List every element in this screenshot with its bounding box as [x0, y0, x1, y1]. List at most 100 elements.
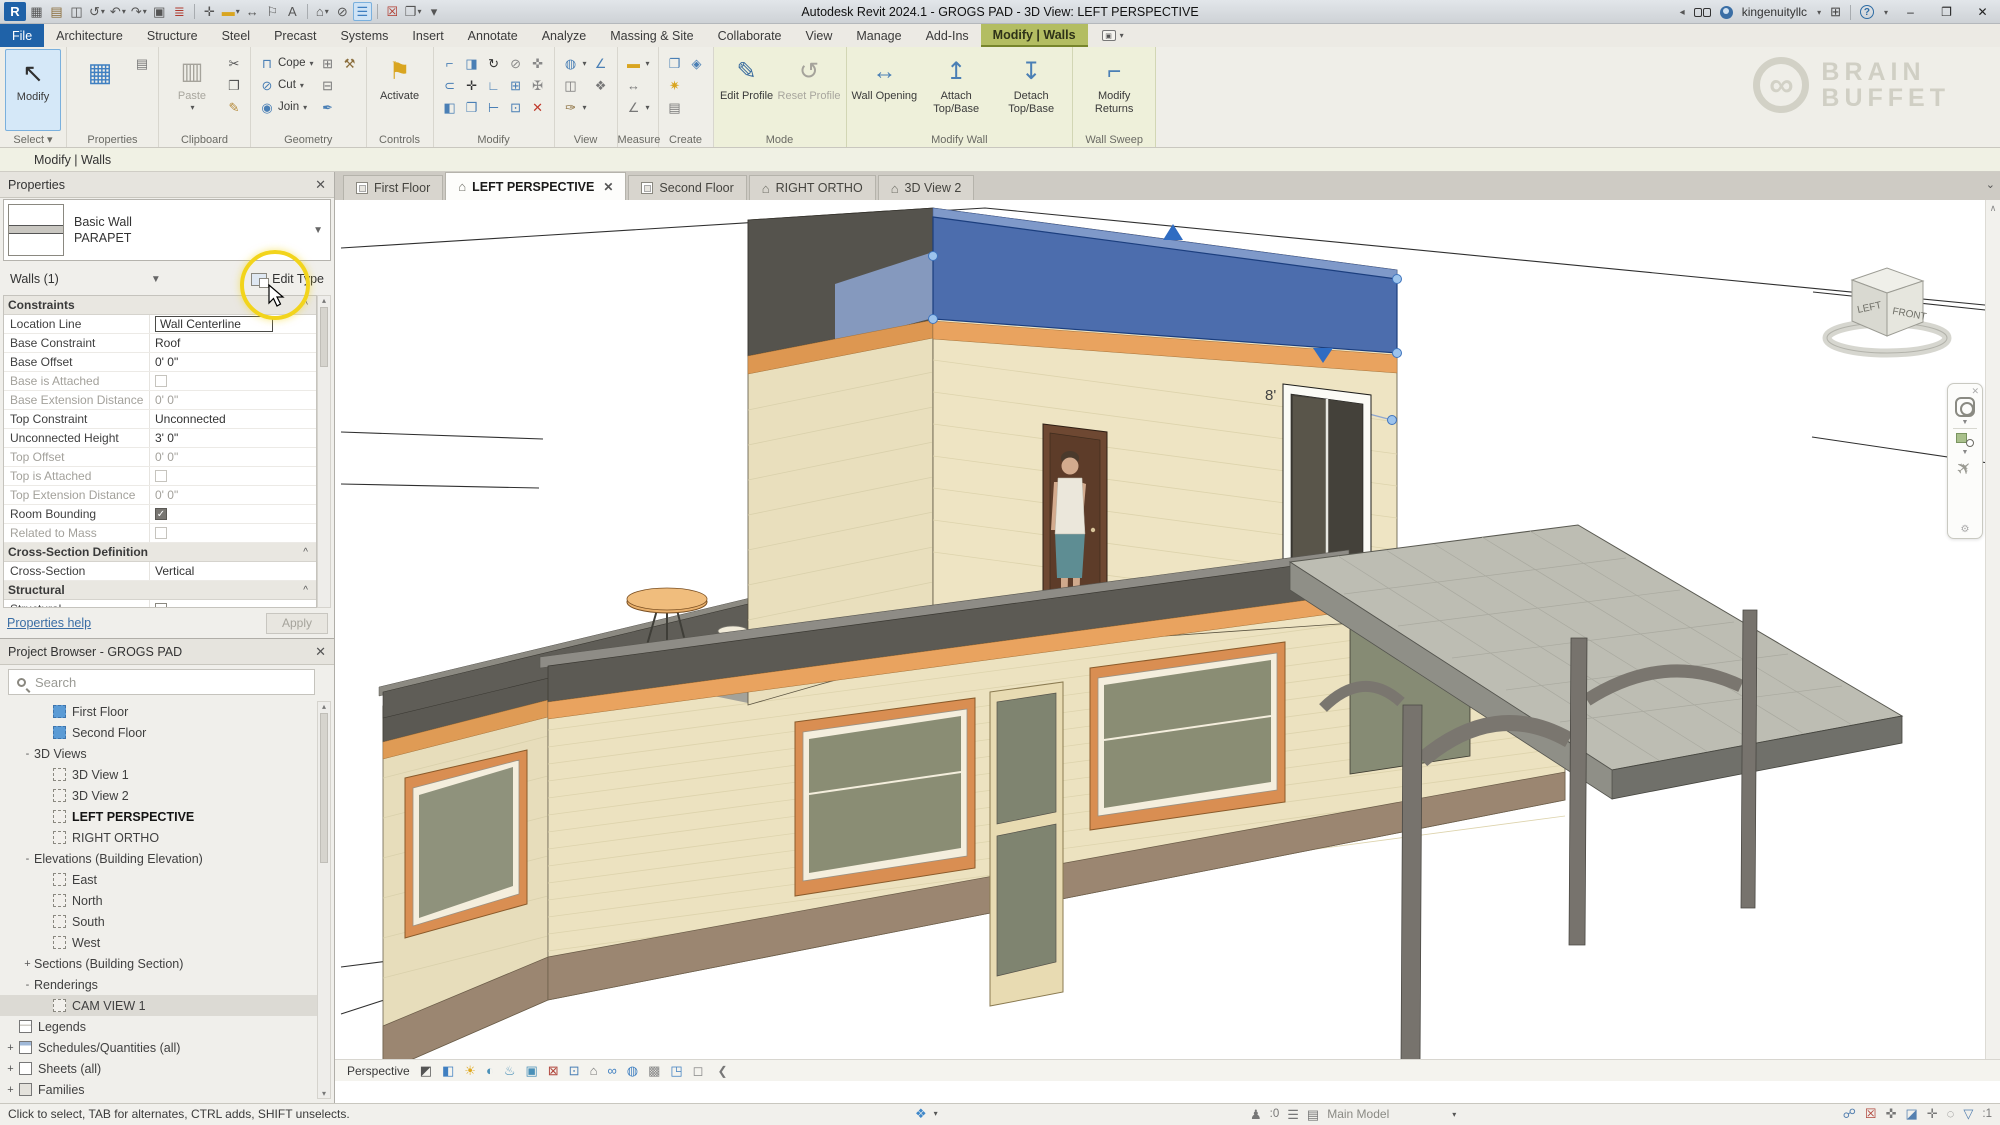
- align-button[interactable]: ⌐: [439, 52, 461, 74]
- thin-lines-button[interactable]: ☰: [353, 2, 372, 21]
- ribbon-tab-modify-walls[interactable]: Modify | Walls: [981, 24, 1088, 47]
- select-underlay-toggle[interactable]: ☒: [1865, 1107, 1877, 1121]
- extend-button[interactable]: ⊢: [483, 96, 505, 118]
- activate-button[interactable]: ⚑Activate: [372, 49, 428, 131]
- property-row-base-is-attached[interactable]: Base is Attached: [4, 372, 316, 391]
- default-3d-view-button[interactable]: ⌂▾: [313, 2, 332, 21]
- ribbon-tab-architecture[interactable]: Architecture: [44, 24, 135, 47]
- select-pinned-toggle[interactable]: ✜: [1886, 1107, 1897, 1121]
- tag-by-category-button[interactable]: ⚐: [263, 2, 282, 21]
- linework-button[interactable]: ∠: [590, 52, 612, 74]
- property-row-room-bounding[interactable]: Room Bounding✓: [4, 505, 316, 524]
- ribbon-tab-analyze[interactable]: Analyze: [530, 24, 598, 47]
- properties-scrollbar[interactable]: ▴: [317, 295, 331, 608]
- select-links-toggle[interactable]: ☍: [1843, 1107, 1856, 1121]
- store-cart-icon[interactable]: ⊞: [1830, 4, 1841, 20]
- restore-button[interactable]: ❐: [1933, 5, 1960, 19]
- measure-button[interactable]: ▬▾: [220, 2, 242, 21]
- property-row-top-extension-distance[interactable]: Top Extension Distance0' 0": [4, 486, 316, 505]
- properties-button[interactable]: ▦: [72, 49, 128, 131]
- tree-item-west[interactable]: West: [0, 932, 317, 953]
- expander-icon[interactable]: +: [4, 1063, 17, 1075]
- edit-type-button[interactable]: Edit Type: [251, 272, 324, 286]
- beam-joins-button[interactable]: ⊟: [317, 74, 339, 96]
- mirror-pick-button[interactable]: ◧: [439, 96, 461, 118]
- tree-item-first-floor[interactable]: First Floor: [0, 701, 317, 722]
- ribbon-tab-precast[interactable]: Precast: [262, 24, 328, 47]
- browser-scrollbar[interactable]: ▴▾: [317, 701, 331, 1099]
- ribbon-tab-annotate[interactable]: Annotate: [456, 24, 530, 47]
- section-button[interactable]: ⊘: [333, 2, 352, 21]
- filter-button[interactable]: ▽: [1963, 1107, 1973, 1121]
- visual-style-button[interactable]: ◧: [442, 1064, 454, 1078]
- selection-box-button[interactable]: ◻: [693, 1064, 704, 1078]
- drag-on-selection-toggle[interactable]: ✛: [1927, 1107, 1938, 1121]
- panel-label[interactable]: Mode: [714, 133, 846, 147]
- switch-windows-button[interactable]: ❐▾: [403, 2, 424, 21]
- tree-item-sheets-all[interactable]: +Sheets (all): [0, 1058, 317, 1079]
- search-icon[interactable]: [1694, 8, 1711, 17]
- property-group-cross-section-definition[interactable]: Cross-Section Definition^: [4, 543, 316, 562]
- property-value[interactable]: [150, 603, 316, 608]
- project-browser-header[interactable]: Project Browser - GROGS PAD ✕: [0, 639, 334, 665]
- tree-item-schedules-quantities-all[interactable]: +Schedules/Quantities (all): [0, 1037, 317, 1058]
- create-group-button[interactable]: ❐: [664, 52, 686, 74]
- property-value[interactable]: Wall Centerline: [150, 316, 316, 332]
- navigation-bar[interactable]: ✕ ▼ ▼ ✈ ⚙: [1947, 383, 1983, 539]
- measure-between-button[interactable]: ↔: [623, 74, 653, 96]
- property-value[interactable]: [150, 527, 316, 539]
- save-orientation-button[interactable]: ⌂: [590, 1064, 598, 1078]
- properties-help-link[interactable]: Properties help: [7, 616, 91, 630]
- property-value[interactable]: ✓: [150, 508, 316, 520]
- close-inactive-windows-button[interactable]: ☒: [383, 2, 402, 21]
- signed-in-user[interactable]: kingenuityllc: [1742, 5, 1807, 19]
- entry-door[interactable]: [990, 682, 1063, 1006]
- chevron-down-icon[interactable]: ▾: [1452, 1110, 1456, 1119]
- property-value[interactable]: Vertical: [150, 564, 316, 578]
- render-region-button[interactable]: ▣: [525, 1064, 537, 1078]
- close-icon[interactable]: ✕: [1971, 387, 1979, 395]
- help-icon[interactable]: ?: [1860, 5, 1874, 19]
- selection-filter-label[interactable]: Walls (1): [10, 272, 59, 286]
- tree-item-cam-view-1[interactable]: CAM VIEW 1: [0, 995, 317, 1016]
- panel-label[interactable]: Controls: [367, 133, 433, 147]
- property-row-base-constraint[interactable]: Base ConstraintRoof: [4, 334, 316, 353]
- cut-button[interactable]: ✂: [223, 52, 245, 74]
- view-tab-second-floor[interactable]: Second Floor: [628, 175, 746, 200]
- displacement-button[interactable]: ◳: [670, 1064, 682, 1078]
- cope-button[interactable]: ⊓Cope▾: [256, 52, 317, 74]
- expander-icon[interactable]: +: [21, 958, 34, 970]
- file-properties-button[interactable]: ▦: [27, 2, 46, 21]
- chevron-down-icon[interactable]: ▾: [934, 1109, 938, 1118]
- background-processes-toggle[interactable]: ◌: [1947, 1107, 1955, 1121]
- panel-label[interactable]: Modify Wall: [847, 133, 1073, 147]
- join-button[interactable]: ◉Join▾: [256, 96, 317, 118]
- ribbon-tab-insert[interactable]: Insert: [400, 24, 455, 47]
- collapse-icon[interactable]: ^: [303, 547, 308, 558]
- property-row-cross-section[interactable]: Cross-SectionVertical: [4, 562, 316, 581]
- sun-path-button[interactable]: ☀: [464, 1064, 476, 1078]
- view-cube[interactable]: LEFT FRONT: [1820, 252, 1955, 360]
- property-value[interactable]: 0' 0": [150, 393, 316, 407]
- ribbon-tab-file[interactable]: File: [0, 24, 44, 47]
- tree-item-3d-views[interactable]: -3D Views: [0, 743, 317, 764]
- tree-item-left-perspective[interactable]: LEFT PERSPECTIVE: [0, 806, 317, 827]
- transfer-standards-button[interactable]: ≣: [170, 2, 189, 21]
- back-icon[interactable]: ◂: [1680, 7, 1685, 18]
- checkbox[interactable]: [155, 527, 167, 539]
- property-value[interactable]: [150, 375, 316, 387]
- chevron-down-icon[interactable]: ▼: [151, 274, 161, 285]
- tree-item-3d-view-2[interactable]: 3D View 2: [0, 785, 317, 806]
- ribbon-tab-add-ins[interactable]: Add-Ins: [914, 24, 981, 47]
- property-row-related-to-mass[interactable]: Related to Mass: [4, 524, 316, 543]
- undo-button[interactable]: ↶▾: [108, 2, 128, 21]
- dimension-label[interactable]: 8': [1265, 387, 1276, 404]
- drawing-area[interactable]: 8': [335, 200, 2000, 1081]
- editing-requests-icon[interactable]: ♟: [1250, 1108, 1262, 1121]
- crop-view-button[interactable]: ⊠: [548, 1064, 559, 1078]
- match-type-button[interactable]: ✎: [223, 96, 245, 118]
- property-row-top-is-attached[interactable]: Top is Attached: [4, 467, 316, 486]
- property-row-unconnected-height[interactable]: Unconnected Height3' 0": [4, 429, 316, 448]
- customize-quick-access-button[interactable]: ▾: [424, 2, 443, 21]
- tree-item-east[interactable]: East: [0, 869, 317, 890]
